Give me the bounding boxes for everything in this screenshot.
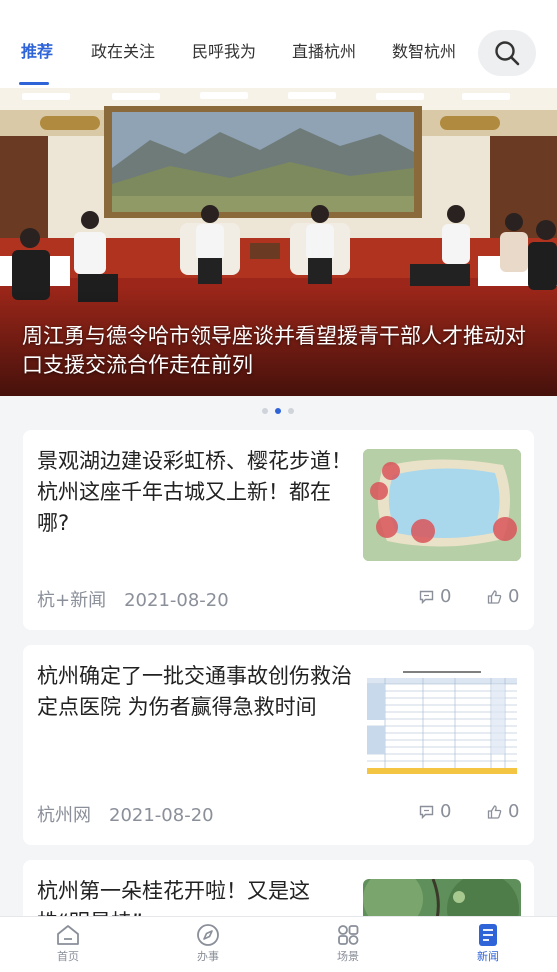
thumbs-up-icon (487, 805, 502, 819)
tab-public-voice[interactable]: 民呼我为 (192, 40, 256, 64)
article-meta: 杭州网 2021-08-20 (37, 801, 214, 827)
like-count-value: 0 (508, 801, 520, 822)
news-icon (479, 924, 497, 946)
grid-icon (338, 925, 359, 945)
search-icon (495, 41, 520, 66)
nav-home-label: 首页 (57, 950, 79, 963)
tab-policy-focus[interactable]: 政在关注 (91, 40, 155, 64)
comment-icon (419, 805, 434, 820)
banner-caption[interactable]: 周江勇与德令哈市领导座谈并看望援青干部人才推动对口支援交流合作走在前列 (22, 322, 542, 380)
like-count[interactable]: 0 (487, 801, 519, 822)
carousel-dot-active (275, 408, 281, 414)
comment-count[interactable]: 0 (419, 586, 451, 607)
nav-news-label: 新闻 (477, 950, 499, 963)
article-title[interactable]: 杭州确定了一批交通事故创伤救治定点医院 为伤者赢得急救时间 (37, 661, 355, 723)
article-source: 杭州网 (37, 805, 91, 826)
tab-recommend[interactable]: 推荐 (21, 40, 53, 64)
comment-count[interactable]: 0 (419, 801, 451, 822)
like-count[interactable]: 0 (487, 586, 519, 607)
comment-count-value: 0 (440, 586, 452, 607)
article-meta: 杭+新闻 2021-08-20 (37, 586, 229, 612)
nav-scenes-label: 场景 (337, 950, 359, 963)
home-icon (57, 925, 79, 945)
top-tab-bar: 推荐 政在关注 民呼我为 直播杭州 数智杭州 (0, 0, 557, 88)
map-thumbnail-image (363, 449, 521, 561)
compass-icon (197, 924, 219, 946)
banner-carousel[interactable]: 周江勇与德令哈市领导座谈并看望援青干部人才推动对口支援交流合作走在前列 (0, 88, 557, 396)
nav-services[interactable]: 办事 (168, 923, 248, 965)
nav-home[interactable]: 首页 (28, 923, 108, 965)
article-date: 2021-08-20 (109, 805, 214, 826)
article-date: 2021-08-20 (124, 590, 229, 611)
like-count-value: 0 (508, 586, 520, 607)
active-tab-indicator (19, 82, 49, 85)
article-card[interactable]: 景观湖边建设彩虹桥、樱花步道！杭州这座千年古城又上新！都在哪? 杭+新闻 2021… (23, 430, 534, 630)
comment-count-value: 0 (440, 801, 452, 822)
nav-scenes[interactable]: 场景 (308, 923, 388, 965)
bottom-navigation: 首页 办事 场景 新闻 (0, 916, 557, 972)
article-source: 杭+新闻 (37, 590, 107, 611)
comment-icon (419, 590, 434, 605)
article-title[interactable]: 景观湖边建设彩虹桥、樱花步道！杭州这座千年古城又上新！都在哪? (37, 446, 355, 539)
nav-services-label: 办事 (197, 950, 219, 963)
article-card[interactable]: 杭州确定了一批交通事故创伤救治定点医院 为伤者赢得急救时间 杭州网 2021-0… (23, 645, 534, 845)
tab-live-hangzhou[interactable]: 直播杭州 (292, 40, 356, 64)
tab-digital-hangzhou[interactable]: 数智杭州 (392, 40, 456, 64)
carousel-dot (262, 408, 268, 414)
thumbs-up-icon (487, 590, 502, 604)
carousel-dot (288, 408, 294, 414)
table-thumbnail-image (363, 664, 521, 776)
search-button[interactable] (478, 30, 536, 76)
article-thumbnail[interactable] (363, 664, 521, 776)
nav-news[interactable]: 新闻 (448, 923, 528, 965)
article-thumbnail[interactable] (363, 449, 521, 561)
